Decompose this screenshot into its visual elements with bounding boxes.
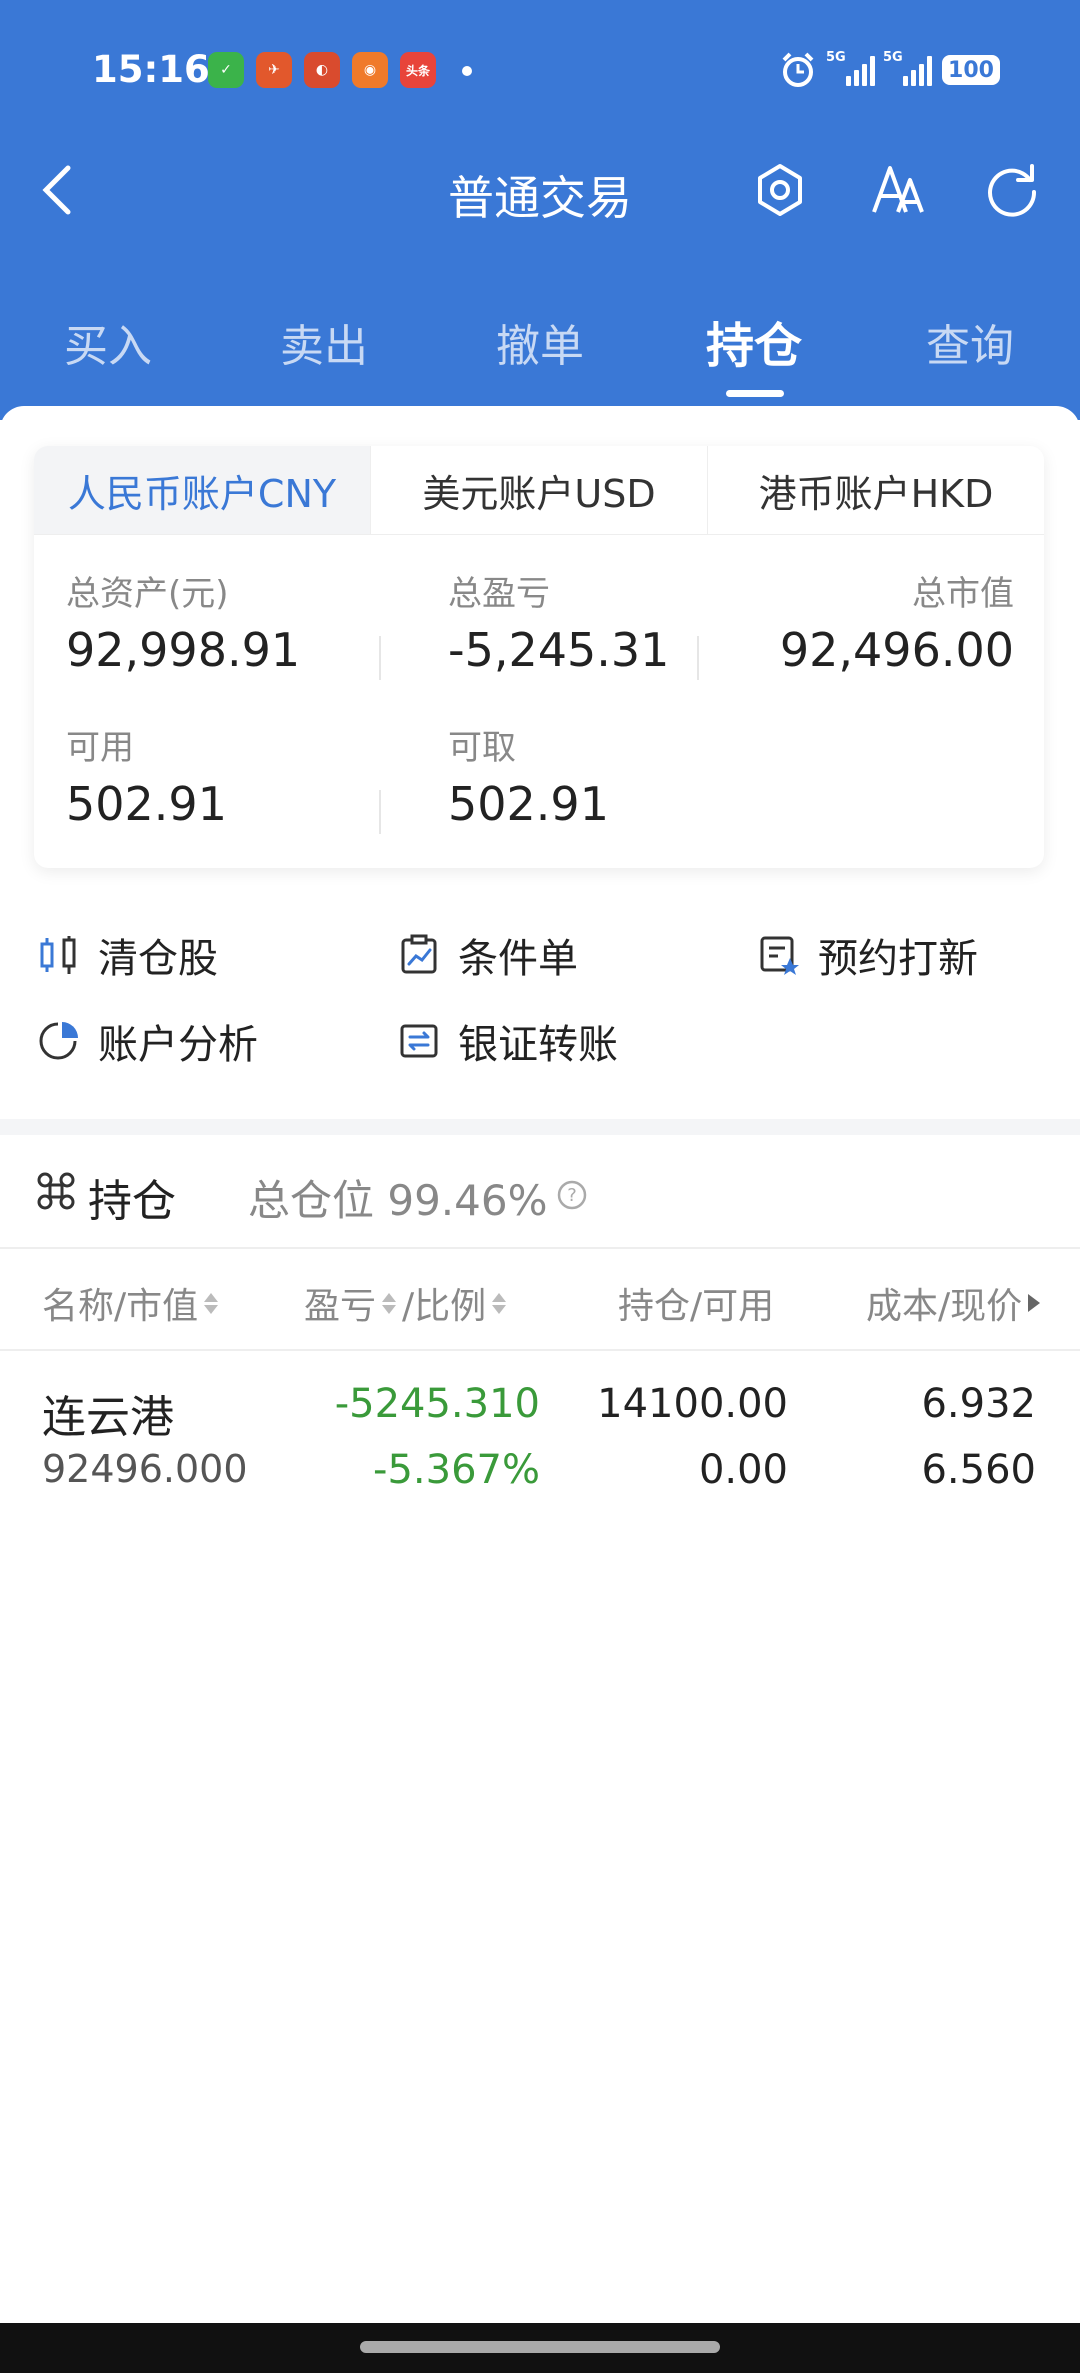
market-value-label: 总市值 (912, 574, 1014, 614)
conditional-order-button[interactable]: 条件单 (398, 926, 578, 984)
bank-transfer-label: 银证转账 (458, 1022, 618, 1068)
withdrawable-label: 可取 (448, 728, 516, 768)
candlestick-icon (40, 936, 76, 974)
caret-right-icon (1028, 1294, 1041, 1312)
app-orange-icon: ◉ (352, 52, 388, 88)
column-header-row: 名称/市值 盈亏 /比例 持仓/可用 成本/现价 (0, 1249, 1080, 1351)
stock-hold: 14100.00 (597, 1381, 788, 1427)
status-indicators: 5G 5G 100 (778, 50, 1000, 90)
account-analysis-button[interactable]: 账户分析 (38, 1012, 258, 1070)
app-red-icon: ✈ (256, 52, 292, 88)
stock-name: 连云港 (42, 1392, 174, 1443)
available-label: 可用 (66, 728, 134, 768)
divider (379, 636, 381, 680)
transfer-icon (400, 1024, 438, 1058)
ipo-reservation-label: 预约打新 (818, 936, 978, 982)
pie-chart-icon (39, 1022, 78, 1060)
col-name-market[interactable]: 名称/市值 (42, 1277, 219, 1329)
app-drum-icon: ◐ (304, 52, 340, 88)
document-star-icon (760, 936, 799, 975)
account-summary-card: 人民币账户CNY 美元账户USD 港币账户HKD 总资产(元) 92,998.9… (34, 446, 1044, 868)
sort-icon (492, 1292, 507, 1314)
notification-dot (462, 66, 472, 76)
stock-available: 0.00 (698, 1447, 788, 1493)
divider (379, 790, 381, 834)
settings-icon[interactable] (752, 162, 808, 218)
stock-cost: 6.932 (921, 1381, 1036, 1427)
tab-positions[interactable]: 持仓 (694, 306, 814, 376)
font-size-icon[interactable] (870, 162, 926, 218)
system-nav-bar (0, 2323, 1080, 2373)
positions-title: 持仓 (88, 1176, 176, 1227)
stock-pl: -5245.310 (334, 1381, 540, 1427)
tab-query[interactable]: 查询 (910, 310, 1030, 374)
wechat-icon: ✓ (208, 52, 244, 88)
section-divider (0, 1119, 1080, 1135)
stock-price: 6.560 (921, 1447, 1036, 1493)
account-tab-hkd[interactable]: 港币账户HKD (707, 446, 1044, 534)
market-value-value: 92,496.00 (779, 623, 1014, 677)
stock-pl-ratio: -5.367% (373, 1447, 540, 1493)
clear-stock-label: 清仓股 (98, 936, 218, 982)
bank-transfer-button[interactable]: 银证转账 (398, 1012, 618, 1070)
table-row[interactable]: 连云港 92496.000 -5245.310 -5.367% 14100.00… (0, 1351, 1080, 1501)
stock-market-value: 92496.000 (42, 1447, 248, 1491)
command-icon (37, 1172, 75, 1210)
account-tab-cny[interactable]: 人民币账户CNY (34, 446, 370, 534)
trade-tabs: 买入 卖出 撤单 持仓 查询 (0, 290, 1080, 400)
battery-indicator: 100 (942, 55, 1000, 85)
col-cost-price[interactable]: 成本/现价 (866, 1277, 1041, 1329)
active-tab-indicator (726, 390, 784, 397)
col-hold-avail[interactable]: 持仓/可用 (618, 1277, 774, 1329)
available: 可用 502.91 (66, 720, 227, 831)
tab-cancel[interactable]: 撤单 (480, 310, 600, 374)
status-bar: 15:16 ✓ ✈ ◐ ◉ 头条 5G 5G 100 (0, 0, 1080, 140)
sort-icon (204, 1292, 219, 1314)
status-time: 15:16 (92, 48, 210, 91)
toutiao-icon: 头条 (400, 52, 436, 88)
conditional-order-label: 条件单 (458, 936, 578, 982)
clear-stock-button[interactable]: 清仓股 (38, 926, 218, 984)
alarm-icon (782, 52, 814, 87)
clipboard-chart-icon (401, 934, 437, 974)
positions-header: 持仓 总仓位 99.46% ? (0, 1135, 1080, 1249)
tab-buy[interactable]: 买入 (48, 310, 168, 374)
account-analysis-label: 账户分析 (98, 1022, 258, 1068)
signal-2-icon: 5G (883, 50, 932, 86)
sort-icon (382, 1292, 397, 1314)
account-tabs: 人民币账户CNY 美元账户USD 港币账户HKD (34, 446, 1044, 535)
header-bar: 15:16 ✓ ✈ ◐ ◉ 头条 5G 5G 100 普通交易 买入 卖出 撤单… (0, 0, 1080, 420)
total-assets-label: 总资产(元) (66, 574, 229, 614)
divider (697, 636, 699, 680)
withdrawable-value: 502.91 (448, 777, 609, 831)
refresh-icon[interactable] (984, 162, 1040, 218)
account-tab-usd[interactable]: 美元账户USD (370, 446, 707, 534)
tab-sell[interactable]: 卖出 (264, 310, 384, 374)
total-pl: 总盈亏 -5,245.31 (448, 566, 669, 677)
svg-text:?: ? (567, 1185, 577, 1206)
total-pl-value: -5,245.31 (448, 623, 670, 677)
total-pl-label: 总盈亏 (448, 574, 550, 614)
total-position-ratio: 总仓位 99.46% (248, 1176, 548, 1225)
total-assets: 总资产(元) 92,998.91 (66, 566, 300, 677)
nav-bar: 普通交易 (0, 140, 1080, 240)
total-assets-value: 92,998.91 (66, 623, 301, 677)
withdrawable: 可取 502.91 (448, 720, 609, 831)
ipo-reservation-button[interactable]: 预约打新 (758, 926, 978, 984)
home-indicator[interactable] (360, 2341, 720, 2353)
signal-1-icon: 5G (826, 50, 875, 86)
available-value: 502.91 (66, 777, 227, 831)
help-icon[interactable]: ? (556, 1179, 588, 1211)
main-content: 人民币账户CNY 美元账户USD 港币账户HKD 总资产(元) 92,998.9… (0, 406, 1080, 2326)
market-value: 总市值 92,496.00 (780, 566, 1014, 677)
col-pl-ratio[interactable]: 盈亏 /比例 (304, 1277, 507, 1329)
